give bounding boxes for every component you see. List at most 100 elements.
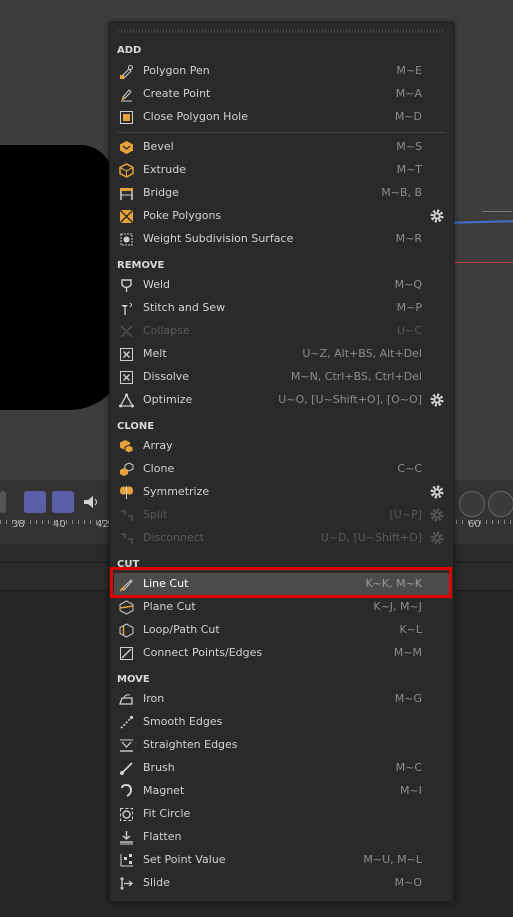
section-header-add: ADD — [117, 45, 142, 56]
menu-item-slide[interactable]: Slide M~O — [114, 872, 449, 895]
menu-item-shortcut: M~G — [394, 692, 422, 705]
menu-item-label: Disconnect — [143, 531, 205, 544]
menu-item-dissolve[interactable]: Dissolve M~N, Ctrl+BS, Ctrl+Del — [114, 366, 449, 389]
menu-item-label: Close Polygon Hole — [143, 110, 249, 123]
menu-item-label: Create Point — [143, 87, 211, 100]
menu-item-weight-subdivision-surface[interactable]: Weight Subdivision Surface M~R — [114, 228, 449, 251]
clone-icon — [120, 462, 134, 476]
polygon-pen-icon — [120, 65, 133, 79]
menu-item-label: Collapse — [143, 324, 190, 337]
menu-item-poke-polygons[interactable]: Poke Polygons — [114, 205, 449, 228]
menu-item-straighten-edges[interactable]: Straighten Edges — [114, 734, 449, 757]
timeline-button-partial[interactable] — [0, 491, 6, 513]
gear-icon[interactable] — [429, 208, 445, 224]
gear-icon — [430, 508, 444, 522]
array-icon — [120, 440, 134, 454]
menu-item-magnet[interactable]: Magnet M~I — [114, 780, 449, 803]
menu-item-shortcut: U~O, [U~Shift+O], [O~O] — [278, 393, 422, 406]
create-point-icon — [121, 89, 132, 102]
menu-item-array[interactable]: Array — [114, 435, 449, 458]
menu-item-label: Straighten Edges — [143, 738, 238, 751]
dissolve-icon — [120, 371, 133, 384]
menu-item-loop-path-cut[interactable]: Loop/Path Cut K~L — [114, 619, 449, 642]
menu-item-shortcut: M~T — [396, 163, 422, 176]
menu-item-shortcut: K~L — [399, 623, 422, 636]
fit-circle-icon — [120, 808, 133, 821]
menu-item-shortcut: K~J, M~J — [373, 600, 422, 613]
menu-item-shortcut: M~A — [395, 87, 422, 100]
menu-item-shortcut: M~I — [400, 784, 422, 797]
menu-item-shortcut: M~S — [396, 140, 422, 153]
sound-icon[interactable] — [80, 491, 102, 513]
menu-item-label: Iron — [143, 692, 165, 705]
menu-item-shortcut: M~B, B — [381, 186, 422, 199]
menu-item-extrude[interactable]: Extrude M~T — [114, 159, 449, 182]
menu-item-label: Bridge — [143, 186, 179, 199]
poke-polygons-icon — [119, 209, 134, 224]
menu-item-label: Smooth Edges — [143, 715, 223, 728]
menu-item-flatten[interactable]: Flatten — [114, 826, 449, 849]
menu-item-label: Stitch and Sew — [143, 301, 226, 314]
range-toggle-button[interactable] — [52, 491, 74, 513]
menu-item-shortcut: M~C — [395, 761, 422, 774]
menu-item-smooth-edges[interactable]: Smooth Edges — [114, 711, 449, 734]
menu-item-label: Optimize — [143, 393, 193, 406]
menu-item-plane-cut[interactable]: Plane Cut K~J, M~J — [114, 596, 449, 619]
menu-item-collapse: Collapse U~C — [114, 320, 449, 343]
menu-item-label: Brush — [143, 761, 175, 774]
timeline-tick: 60 — [468, 519, 481, 530]
menu-item-polygon-pen[interactable]: Polygon Pen M~E — [114, 60, 449, 83]
split-icon — [121, 510, 133, 521]
weight-subdivision-surface-icon — [120, 233, 133, 246]
menu-item-label: Bevel — [143, 140, 174, 153]
menu-item-create-point[interactable]: Create Point M~A — [114, 83, 449, 106]
smooth-edges-icon — [120, 715, 134, 729]
menu-item-shortcut: M~M — [393, 646, 422, 659]
section-header-move: MOVE — [117, 674, 150, 685]
brush-icon — [120, 762, 133, 775]
record-button[interactable] — [459, 491, 485, 517]
menu-item-melt[interactable]: Melt U~Z, Alt+BS, Alt+Del — [114, 343, 449, 366]
curve-grey — [482, 211, 512, 212]
menu-item-bridge[interactable]: Bridge M~B, B — [114, 182, 449, 205]
menu-item-connect-points-edges[interactable]: Connect Points/Edges M~M — [114, 642, 449, 665]
menu-item-weld[interactable]: Weld M~Q — [114, 274, 449, 297]
menu-item-label: Split — [143, 508, 168, 521]
gear-icon[interactable] — [429, 392, 445, 408]
menu-item-label: Dissolve — [143, 370, 190, 383]
menu-item-label: Clone — [143, 462, 175, 475]
menu-item-clone[interactable]: Clone C~C — [114, 458, 449, 481]
menu-item-label: Weight Subdivision Surface — [143, 232, 294, 245]
menu-item-set-point-value[interactable]: Set Point Value M~U, M~L — [114, 849, 449, 872]
menu-item-split: Split [U~P] — [114, 504, 449, 527]
knife-icon — [119, 579, 133, 592]
menu-item-fit-circle[interactable]: Fit Circle — [114, 803, 449, 826]
menu-item-label: Polygon Pen — [143, 64, 210, 77]
gear-icon[interactable] — [429, 484, 445, 500]
menu-item-bevel[interactable]: Bevel M~S — [114, 136, 449, 159]
menu-tearoff-handle[interactable] — [118, 29, 445, 33]
menu-item-stitch-and-sew[interactable]: Stitch and Sew M~P — [114, 297, 449, 320]
menu-item-shortcut: M~N, Ctrl+BS, Ctrl+Del — [290, 370, 422, 383]
timeline-tick: 42 — [96, 519, 109, 530]
menu-item-brush[interactable]: Brush M~C — [114, 757, 449, 780]
menu-item-iron[interactable]: Iron M~G — [114, 688, 449, 711]
menu-item-line-cut[interactable]: Line Cut K~K, M~K — [114, 573, 449, 596]
menu-item-shortcut: [U~P] — [389, 508, 422, 521]
menu-item-symmetrize[interactable]: Symmetrize — [114, 481, 449, 504]
slide-icon — [120, 877, 134, 890]
menu-item-shortcut: M~U, M~L — [363, 853, 422, 866]
menu-item-shortcut: M~D — [394, 110, 422, 123]
autokey-button[interactable] — [488, 491, 513, 517]
menu-item-shortcut: U~D, [U~Shift+D] — [320, 531, 422, 544]
menu-item-shortcut: M~Q — [394, 278, 422, 291]
magnet-icon — [121, 784, 133, 797]
menu-item-label: Set Point Value — [143, 853, 226, 866]
menu-item-shortcut: M~E — [396, 64, 422, 77]
loop-toggle-button[interactable] — [24, 491, 46, 513]
menu-item-label: Connect Points/Edges — [143, 646, 263, 659]
curve-red — [452, 262, 513, 263]
mesh-tools-menu: ADD Polygon Pen M~E Create Point M~A Clo… — [109, 22, 454, 902]
menu-item-close-polygon-hole[interactable]: Close Polygon Hole M~D — [114, 106, 449, 129]
menu-item-optimize[interactable]: Optimize U~O, [U~Shift+O], [O~O] — [114, 389, 449, 412]
